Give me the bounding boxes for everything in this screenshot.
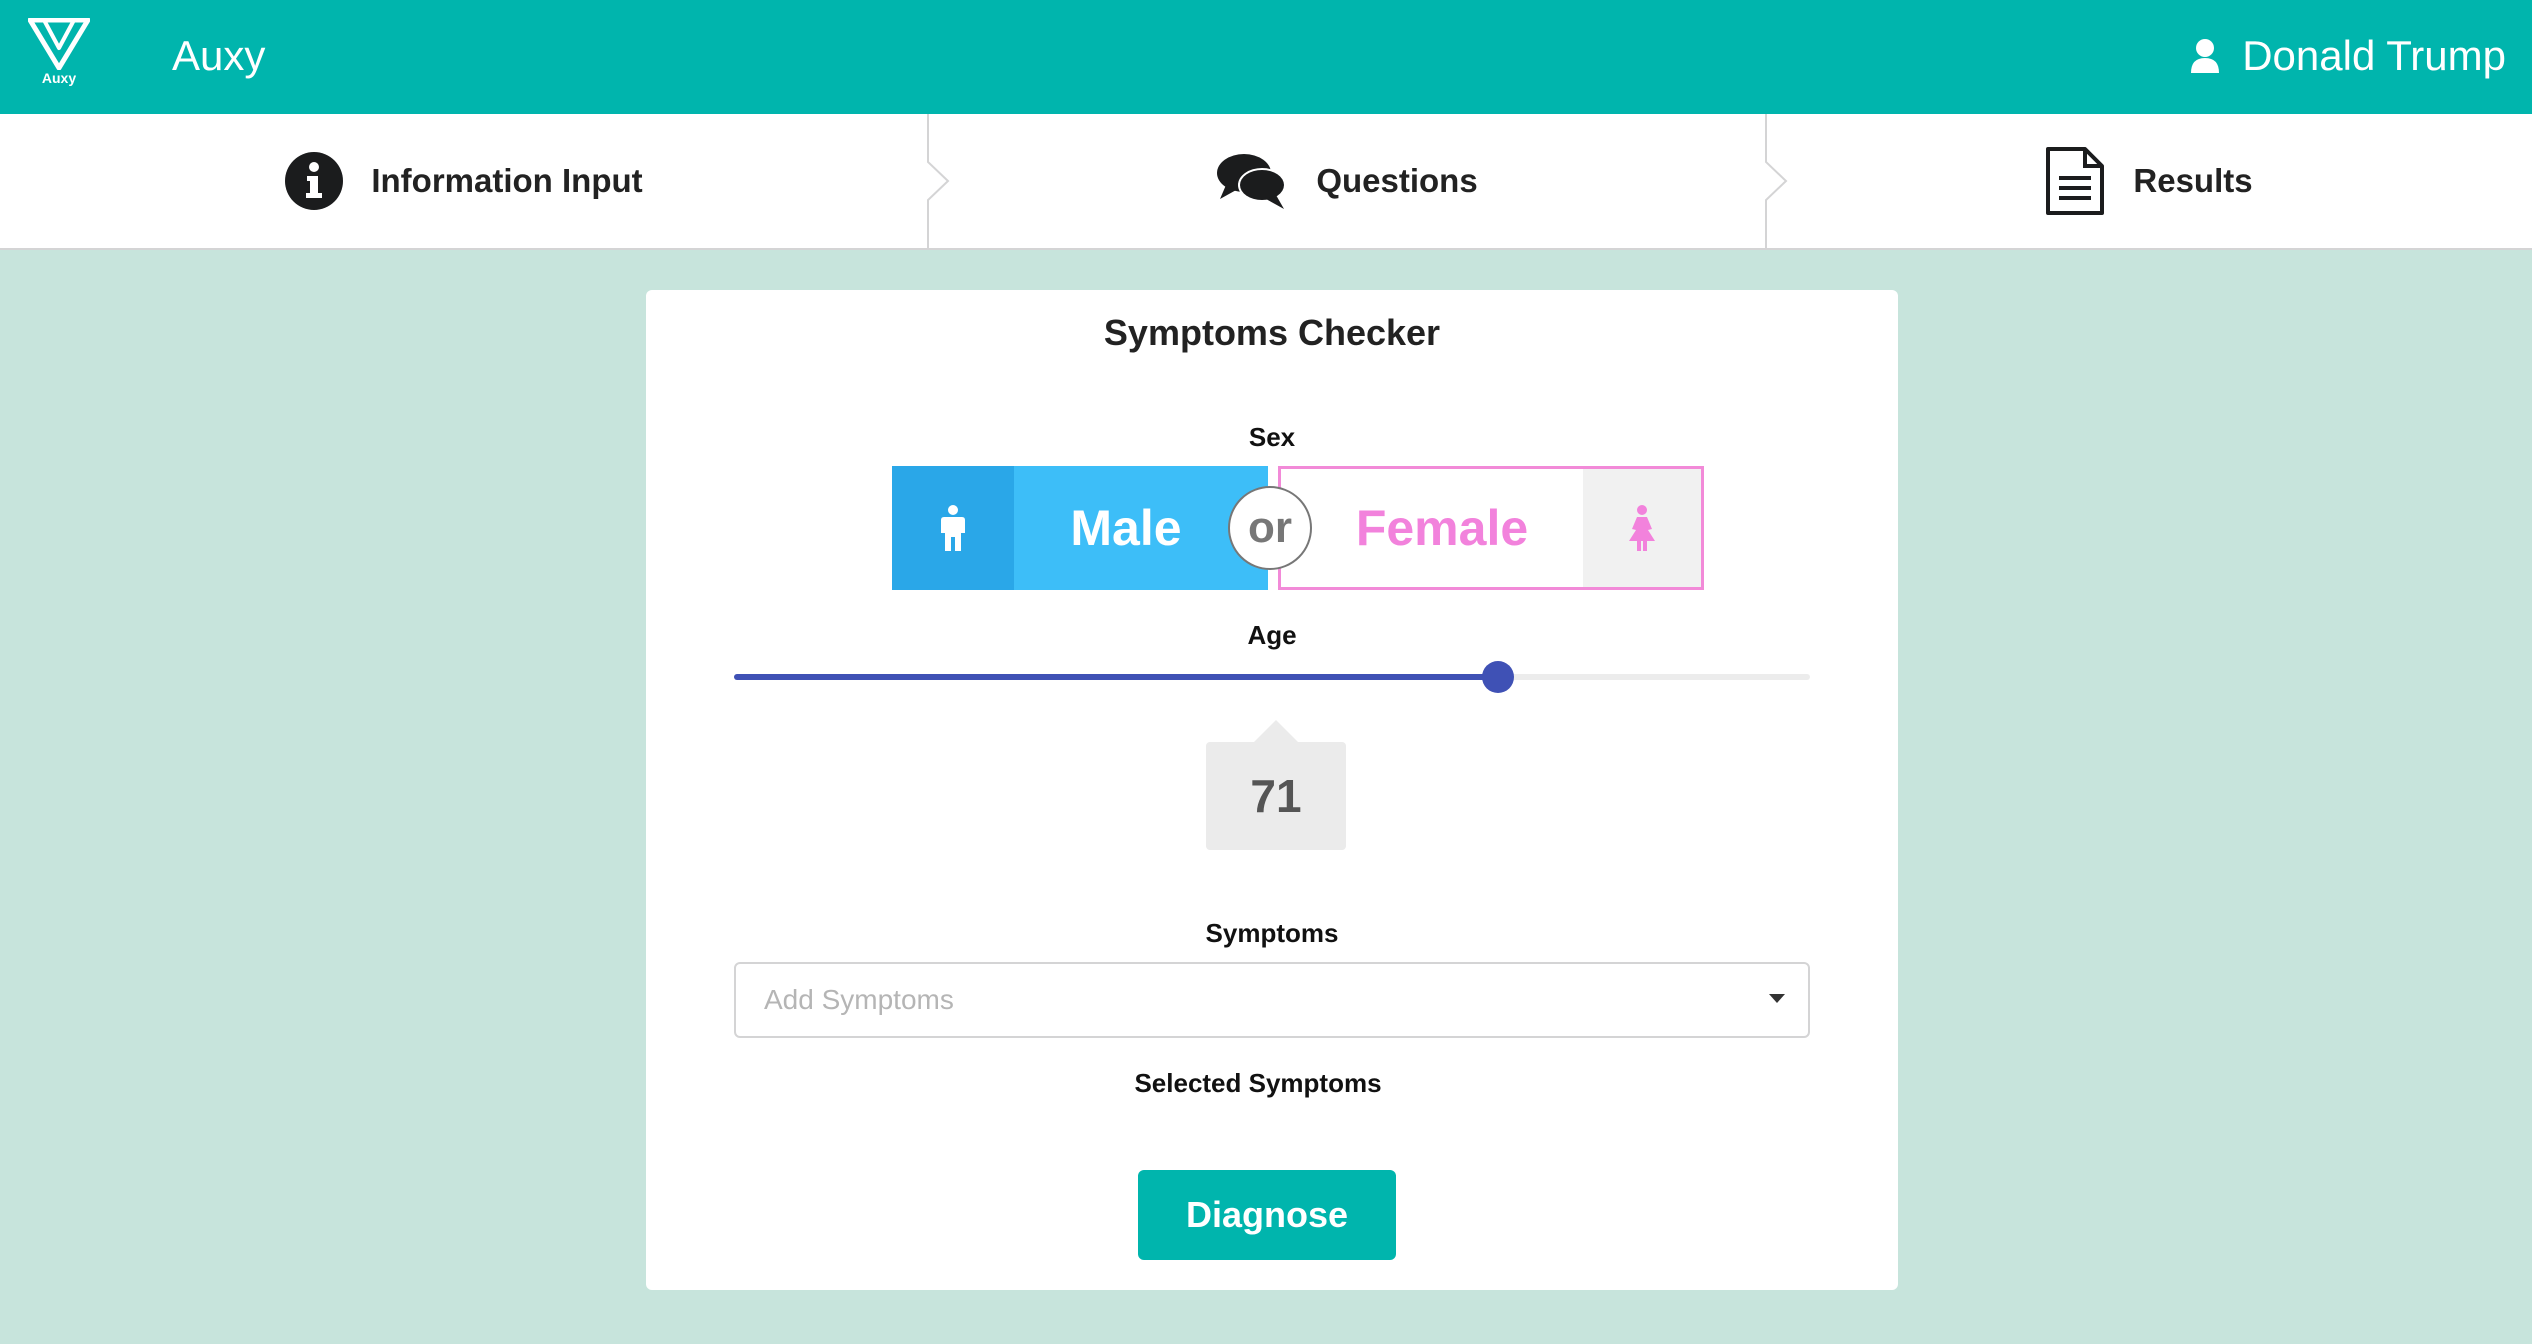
- or-divider: or: [1228, 486, 1312, 570]
- step-questions[interactable]: Questions: [928, 114, 1766, 248]
- step-information-input[interactable]: Information Input: [0, 114, 928, 248]
- male-icon-box: [892, 466, 1014, 590]
- age-value-bubble: 71: [1206, 720, 1346, 850]
- age-slider-thumb[interactable]: [1481, 661, 1514, 693]
- diagnose-button[interactable]: Diagnose: [1138, 1170, 1396, 1260]
- female-icon: [1629, 505, 1655, 551]
- logo-v-icon: [27, 17, 91, 71]
- age-slider[interactable]: [734, 661, 1810, 693]
- step-label: Questions: [1316, 162, 1478, 199]
- top-bar: Auxy Auxy Donald Trump: [0, 0, 2532, 114]
- user-icon: [2191, 39, 2220, 73]
- user-name: Donald Trump: [2242, 32, 2506, 79]
- comments-icon: [1217, 154, 1287, 209]
- document-icon: [2046, 147, 2105, 215]
- female-button[interactable]: Female: [1278, 466, 1704, 590]
- age-slider-fill: [734, 674, 1498, 680]
- step-results[interactable]: Results: [1766, 114, 2532, 248]
- sex-toggle: Male or Female: [892, 466, 1704, 590]
- info-circle-icon: [285, 152, 344, 210]
- step-label: Results: [2133, 162, 2253, 199]
- male-icon: [941, 505, 965, 551]
- logo-text: Auxy: [41, 70, 77, 86]
- male-button[interactable]: Male: [892, 466, 1268, 590]
- sex-label: Sex: [1248, 422, 1296, 452]
- dropdown-caret-icon[interactable]: [1768, 990, 1786, 1008]
- symptoms-search-input[interactable]: [764, 964, 1724, 1036]
- step-label: Information Input: [371, 162, 643, 199]
- user-menu[interactable]: Donald Trump: [2190, 28, 2506, 84]
- female-label: Female: [1355, 500, 1529, 556]
- selected-symptoms-label: Selected Symptoms: [1134, 1068, 1382, 1098]
- female-icon-box: [1583, 469, 1701, 587]
- card-title: Symptoms Checker: [1103, 312, 1441, 353]
- steps-bar: Information Input Questions Results: [0, 114, 2532, 250]
- symptoms-checker-card: Symptoms Checker Sex Male or Female Age: [646, 290, 1898, 1290]
- symptoms-label: Symptoms: [1205, 918, 1339, 948]
- age-label: Age: [1247, 620, 1297, 650]
- app-name[interactable]: Auxy: [172, 28, 265, 84]
- auxy-logo[interactable]: Auxy: [27, 17, 91, 88]
- symptoms-dropdown[interactable]: [734, 962, 1810, 1038]
